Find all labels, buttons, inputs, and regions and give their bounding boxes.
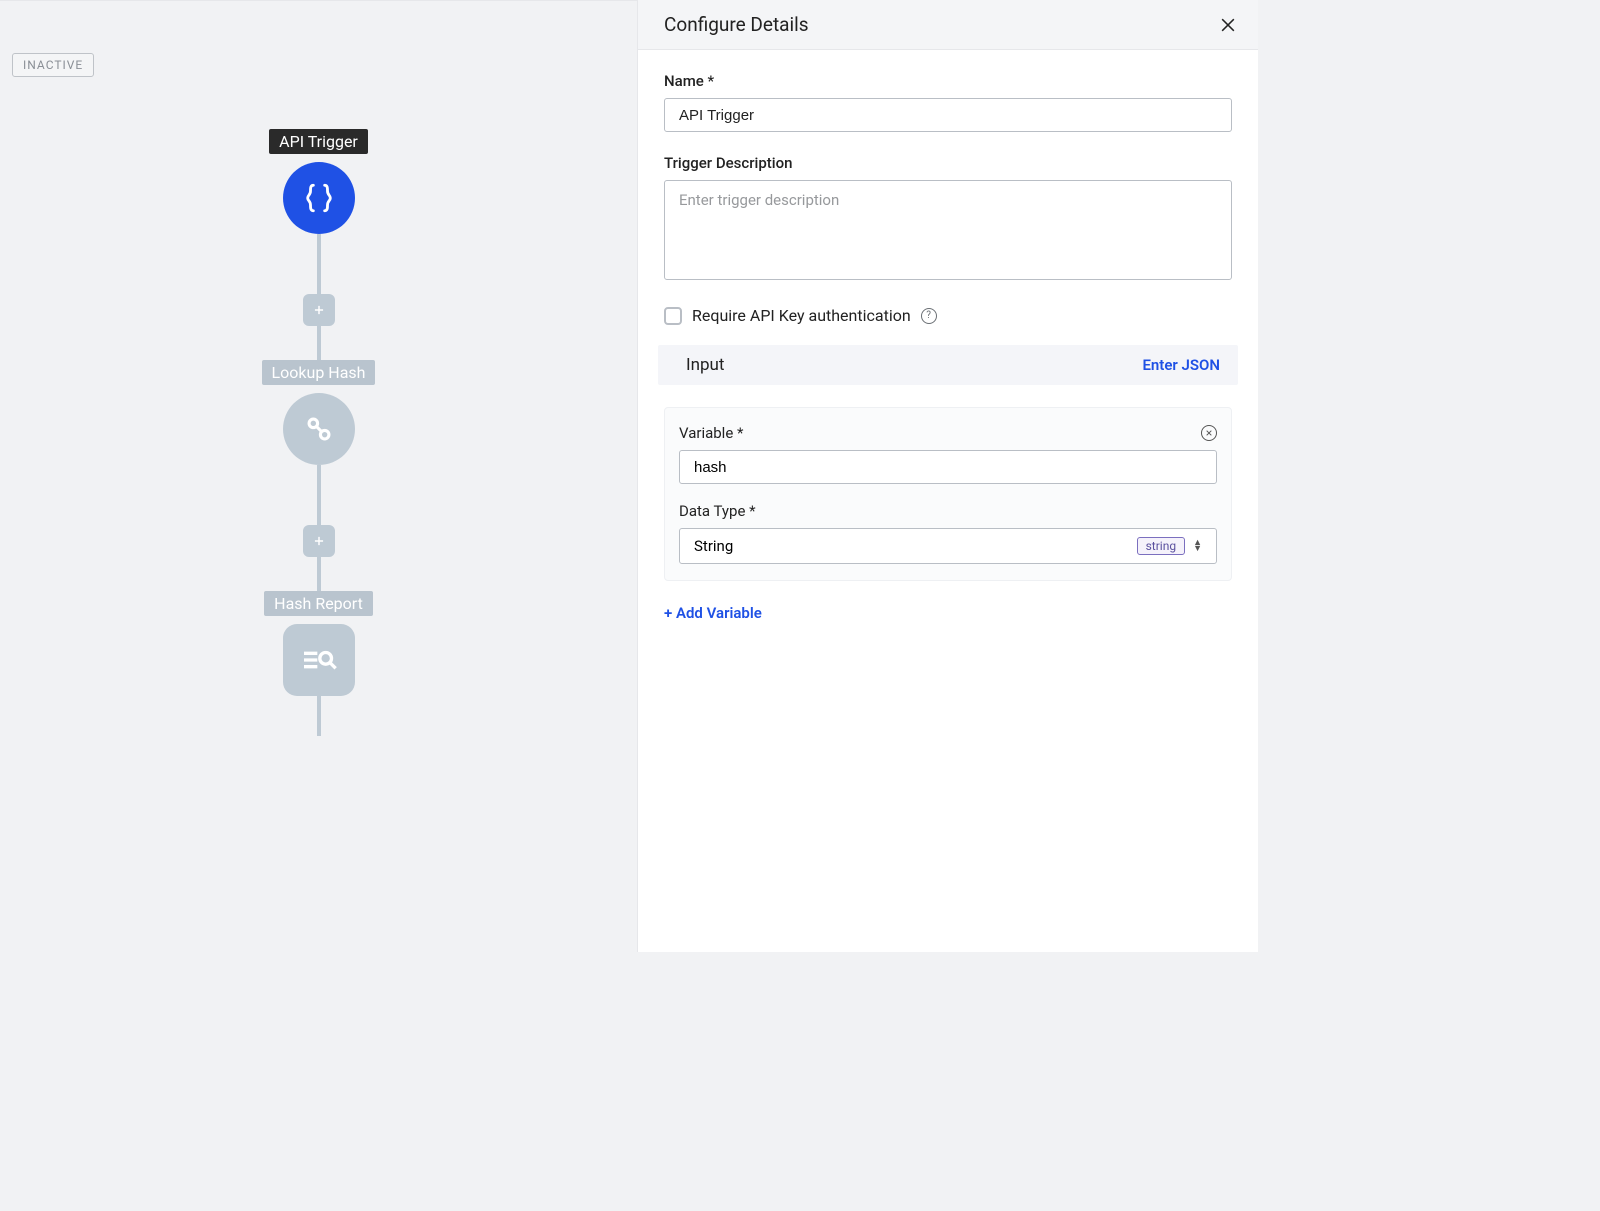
datatype-tag: string xyxy=(1137,537,1185,555)
input-section-title: Input xyxy=(686,355,725,375)
status-badge: INACTIVE xyxy=(12,53,94,77)
flow-container: API Trigger Lookup Hash xyxy=(0,129,637,736)
variable-label: Variable * xyxy=(679,424,743,442)
report-search-icon xyxy=(299,640,339,680)
add-step-button-2[interactable] xyxy=(303,525,335,557)
connector xyxy=(317,465,321,527)
name-input[interactable] xyxy=(664,98,1232,132)
panel-body: Name * Trigger Description Require API K… xyxy=(638,50,1258,622)
datatype-select[interactable]: String string ▲▼ xyxy=(679,528,1217,564)
add-variable-button[interactable]: + Add Variable xyxy=(664,604,762,622)
require-api-checkbox[interactable] xyxy=(664,307,682,325)
description-label: Trigger Description xyxy=(664,154,1232,172)
link-icon xyxy=(302,412,336,446)
workflow-canvas[interactable]: INACTIVE API Trigger Lookup Hash xyxy=(0,0,637,952)
plus-icon xyxy=(312,303,326,317)
configure-panel: Configure Details Name * Trigger Descrip… xyxy=(637,0,1258,952)
node-lookup-hash-label: Lookup Hash xyxy=(262,360,376,385)
variable-card: Variable * Data Type * String string ▲▼ xyxy=(664,407,1232,581)
panel-title: Configure Details xyxy=(664,13,809,36)
connector xyxy=(317,234,321,296)
require-api-row: Require API Key authentication ? xyxy=(664,306,1232,325)
enter-json-button[interactable]: Enter JSON xyxy=(1142,356,1220,374)
plus-icon xyxy=(312,534,326,548)
close-button[interactable] xyxy=(1216,13,1240,37)
description-textarea[interactable] xyxy=(664,180,1232,280)
node-hash-report-label: Hash Report xyxy=(264,591,373,616)
panel-header: Configure Details xyxy=(638,0,1258,50)
input-section-header: Input Enter JSON xyxy=(658,345,1238,385)
datatype-label: Data Type * xyxy=(679,502,1217,520)
connector xyxy=(317,555,321,591)
connector xyxy=(317,324,321,360)
select-arrows-icon: ▲▼ xyxy=(1193,540,1202,552)
require-api-label: Require API Key authentication xyxy=(692,306,911,325)
help-icon[interactable]: ? xyxy=(921,308,937,324)
node-api-trigger-label: API Trigger xyxy=(269,129,368,154)
datatype-value: String xyxy=(694,537,733,555)
node-hash-report[interactable] xyxy=(283,624,355,696)
variable-name-input[interactable] xyxy=(679,450,1217,484)
remove-variable-button[interactable] xyxy=(1201,425,1217,441)
node-api-trigger[interactable] xyxy=(283,162,355,234)
close-icon xyxy=(1218,15,1238,35)
name-label: Name * xyxy=(664,72,1232,90)
add-step-button-1[interactable] xyxy=(303,294,335,326)
connector xyxy=(317,696,321,736)
canvas-topbar xyxy=(0,1,637,38)
braces-icon xyxy=(302,181,336,215)
node-lookup-hash[interactable] xyxy=(283,393,355,465)
x-icon xyxy=(1205,429,1213,437)
